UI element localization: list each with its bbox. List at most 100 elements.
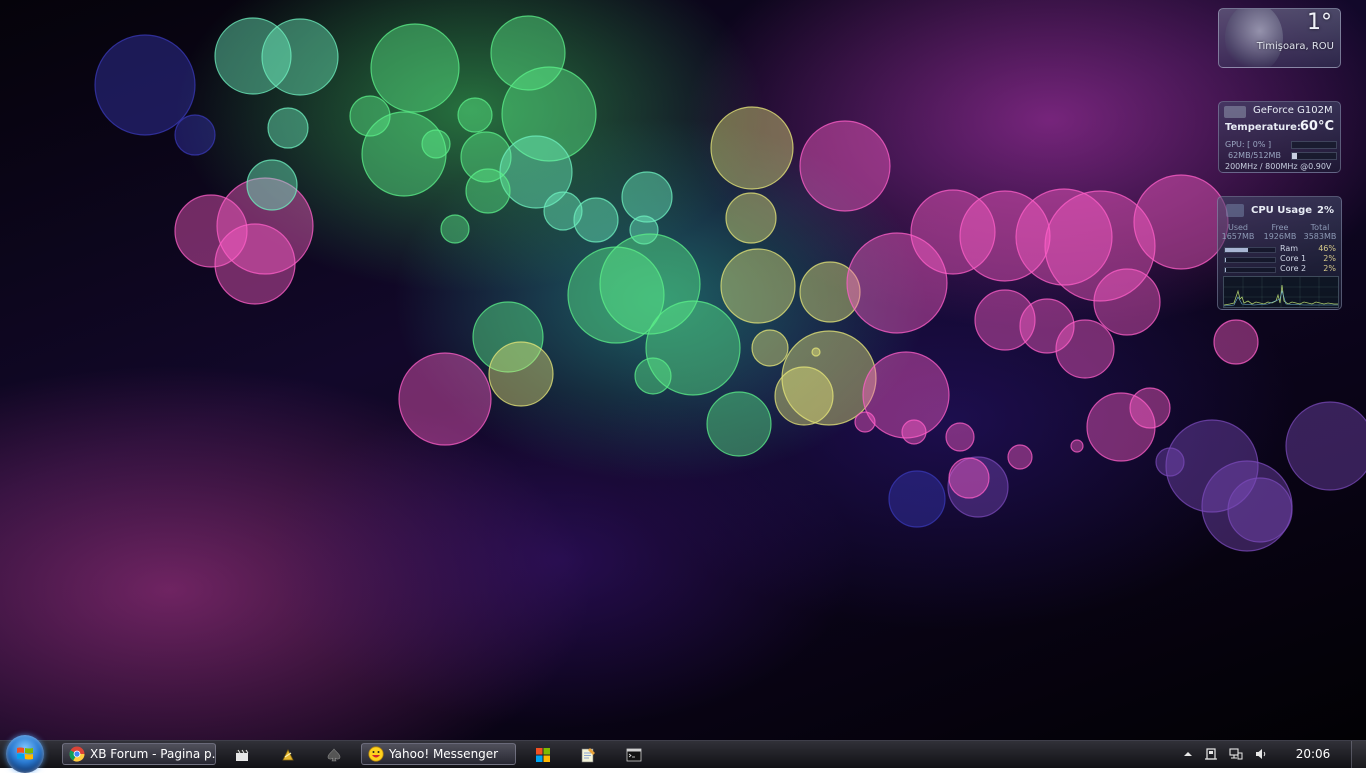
- ram-row-label: Ram: [1280, 244, 1299, 253]
- gpu-load: GPU: [ 0% ]: [1225, 140, 1272, 149]
- bokeh-circle: [1213, 319, 1259, 365]
- taskbar-pinned-winamp[interactable]: [272, 744, 304, 766]
- bokeh-circle: [1055, 319, 1115, 379]
- bokeh-circle: [457, 97, 493, 133]
- ram-free-value: 1926MB: [1263, 232, 1297, 241]
- gpu-name: GeForce G102M: [1253, 105, 1333, 116]
- chrome-icon: [69, 746, 85, 762]
- gpu-monitor-gadget[interactable]: GeForce G102M Temperature: 60°C GPU: [ 0…: [1218, 101, 1341, 173]
- bokeh-circle: [634, 357, 672, 395]
- bokeh-circle: [710, 106, 794, 190]
- gpu-memory-bar: [1291, 152, 1337, 160]
- core2-row-value: 2%: [1323, 264, 1336, 273]
- bokeh-circle: [1227, 477, 1293, 543]
- gpu-temperature-label: Temperature:: [1225, 122, 1301, 133]
- bokeh-circle: [267, 107, 309, 149]
- nvidia-logo-icon: [1224, 106, 1246, 118]
- cpu-title: CPU Usage: [1251, 205, 1313, 216]
- bokeh-circle: [948, 457, 990, 499]
- taskbar-pinned-notepad[interactable]: [572, 744, 604, 766]
- bokeh-circle: [1285, 401, 1366, 491]
- system-clock[interactable]: 20:06: [1290, 747, 1336, 761]
- windows-logo-icon: [17, 747, 33, 760]
- core1-row: Core 1 2%: [1224, 254, 1336, 264]
- bokeh-circle: [261, 18, 339, 96]
- ram-free-label: Free: [1271, 223, 1289, 232]
- taskbar-pinned-spade[interactable]: [318, 744, 350, 766]
- volume-icon[interactable]: [1254, 747, 1268, 761]
- bokeh-circle: [246, 159, 298, 211]
- ram-used-column: Used 1657MB: [1220, 223, 1256, 241]
- bokeh-circle: [465, 168, 511, 214]
- core2-row: Core 2 2%: [1224, 264, 1336, 274]
- network-icon[interactable]: [1229, 747, 1243, 761]
- bokeh-circle: [751, 329, 789, 367]
- bokeh-circle: [1155, 447, 1185, 477]
- clapperboard-icon: [236, 749, 249, 761]
- windows-flag-icon: [536, 748, 550, 762]
- cpu-chip-icon: [1226, 204, 1244, 217]
- gpu-memory-fill: [1292, 153, 1298, 159]
- weather-location: Timişoara, ROU: [1256, 41, 1334, 52]
- taskbar-pinned-command-prompt[interactable]: [618, 744, 650, 766]
- bokeh-circle: [488, 341, 554, 407]
- ram-used-value: 1657MB: [1221, 232, 1255, 241]
- bokeh-circle: [774, 366, 834, 426]
- bokeh-circle: [621, 171, 673, 223]
- gpu-clocks: 200MHz / 800MHz @0.90V: [1225, 162, 1332, 171]
- ram-total-label: Total: [1310, 223, 1330, 232]
- bokeh-circle: [901, 419, 927, 445]
- show-hidden-icons-arrow[interactable]: [1181, 747, 1195, 761]
- core1-row-value: 2%: [1323, 254, 1336, 263]
- yahoo-messenger-icon: [368, 746, 384, 762]
- weather-gadget[interactable]: 1° Timişoara, ROU: [1218, 8, 1341, 68]
- command-prompt-icon: [626, 748, 642, 762]
- spade-icon: [327, 748, 341, 762]
- bokeh-circle: [174, 114, 216, 156]
- ram-row: Ram 46%: [1224, 244, 1336, 254]
- ram-row-value: 46%: [1318, 244, 1336, 253]
- show-desktop-button[interactable]: [1351, 741, 1366, 768]
- taskbar-window-label: XB Forum - Pagina p...: [90, 747, 216, 761]
- gpu-load-bar: [1291, 141, 1337, 149]
- cpu-usage-gadget[interactable]: CPU Usage 2% Used 1657MB Free 1926MB Tot…: [1217, 196, 1342, 310]
- bokeh-circle: [370, 23, 460, 113]
- ram-total-column: Total 3583MB: [1302, 223, 1338, 241]
- taskbar-pinned-media[interactable]: [226, 744, 258, 766]
- bokeh-circle: [1129, 387, 1171, 429]
- device-icon[interactable]: [1204, 747, 1218, 761]
- bokeh-circle: [720, 248, 796, 324]
- bokeh-circle: [974, 289, 1036, 351]
- taskbar-pinned-windows-flag[interactable]: [527, 744, 559, 766]
- bokeh-circle: [349, 95, 391, 137]
- core2-row-label: Core 2: [1280, 264, 1307, 273]
- core1-row-label: Core 1: [1280, 254, 1307, 263]
- bokeh-circle: [421, 129, 451, 159]
- gpu-temperature-value: 60°C: [1299, 119, 1334, 134]
- core1-usage-fill: [1225, 258, 1226, 262]
- taskbar: XB Forum - Pagina p... Yahoo! Messenger: [0, 735, 1366, 773]
- gpu-memory: 62MB/512MB: [1228, 151, 1281, 160]
- bokeh-circle: [888, 470, 946, 528]
- bokeh-circle: [398, 352, 492, 446]
- bokeh-circle: [811, 347, 821, 357]
- ram-used-label: Used: [1227, 223, 1249, 232]
- taskbar-window-yahoo-messenger[interactable]: Yahoo! Messenger: [361, 743, 516, 765]
- desktop-wallpaper[interactable]: 1° Timişoara, ROU GeForce G102M Temperat…: [0, 0, 1366, 740]
- bokeh-circle: [94, 34, 196, 136]
- ram-free-column: Free 1926MB: [1262, 223, 1298, 241]
- bokeh-circle: [1093, 268, 1161, 336]
- notepad-icon: [581, 748, 595, 763]
- taskbar-window-chrome[interactable]: XB Forum - Pagina p...: [62, 743, 216, 765]
- cpu-history-graph: [1223, 276, 1339, 308]
- ram-usage-fill: [1225, 248, 1248, 252]
- weather-temperature: 1°: [1307, 10, 1332, 35]
- bokeh-circle: [799, 120, 891, 212]
- start-button[interactable]: [6, 735, 44, 773]
- cpu-percent: 2%: [1317, 205, 1334, 216]
- bokeh-wallpaper-art: [94, 15, 1366, 552]
- bokeh-circle: [1133, 174, 1229, 270]
- bokeh-circle: [1007, 444, 1033, 470]
- core2-usage-fill: [1225, 268, 1226, 272]
- bokeh-circle: [573, 197, 619, 243]
